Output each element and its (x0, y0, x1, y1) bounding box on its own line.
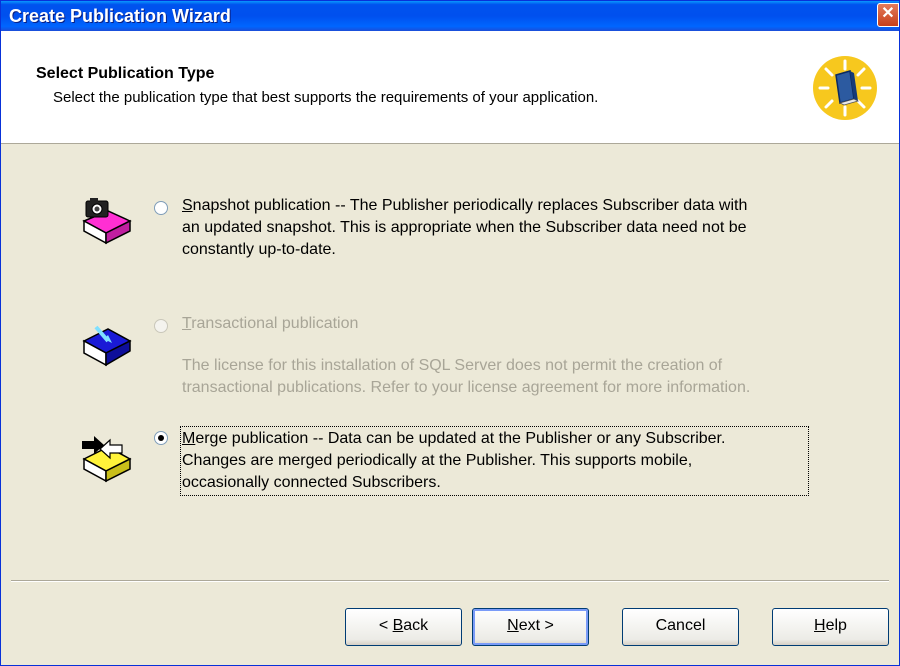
help-button[interactable]: Help (772, 608, 889, 646)
next-rest: ext > (518, 617, 554, 634)
transactional-label: ransactional publication (191, 315, 359, 332)
back-prefix: < (378, 617, 393, 634)
transactional-book-icon (82, 325, 132, 367)
back-button[interactable]: < Back (345, 608, 462, 646)
license-note-line2: transactional publications. Refer to you… (182, 379, 751, 396)
help-rest: elp (825, 617, 847, 634)
snapshot-accel: S (182, 197, 193, 214)
cancel-button[interactable]: Cancel (622, 608, 739, 646)
merge-accel: M (182, 430, 196, 447)
page-description: Select the publication type that best su… (53, 89, 599, 106)
snapshot-label-line1: napshot publication -- The Publisher per… (192, 197, 748, 214)
title-bar[interactable]: Create Publication Wizard ✕ (1, 1, 899, 31)
transactional-accel: T (182, 315, 192, 332)
page-title: Select Publication Type (36, 65, 215, 82)
wizard-header: Select Publication Type Select the publi… (1, 31, 899, 144)
merge-label-line1: erge publication -- Data can be updated … (195, 430, 726, 447)
merge-radio[interactable] (154, 431, 168, 445)
snapshot-book-icon (82, 198, 132, 245)
back-rest: ack (403, 617, 429, 634)
close-icon: ✕ (881, 5, 895, 22)
transactional-radio[interactable] (154, 319, 168, 333)
next-button[interactable]: Next > (472, 608, 589, 646)
divider (11, 580, 889, 582)
wizard-window: Create Publication Wizard ✕ Select Publi… (0, 0, 900, 666)
merge-label-line3: occasionally connected Subscribers. (182, 474, 441, 491)
snapshot-radio[interactable] (154, 201, 168, 215)
cancel-label: Cancel (655, 617, 706, 634)
snapshot-label-line2: an updated snapshot. This is appropriate… (182, 219, 747, 236)
license-note-line1: The license for this installation of SQL… (182, 357, 723, 374)
back-accel: B (392, 617, 404, 634)
transactional-option-label[interactable]: Transactional publication (182, 313, 862, 335)
close-button[interactable]: ✕ (877, 3, 899, 27)
wizard-book-icon (813, 56, 877, 120)
transactional-license-note: The license for this installation of SQL… (182, 355, 862, 399)
merge-label-line2: Changes are merged periodically at the P… (182, 452, 693, 469)
merge-book-icon (82, 436, 132, 483)
snapshot-label-line3: constantly up-to-date. (182, 241, 336, 258)
help-accel: H (814, 617, 826, 634)
next-accel: N (507, 617, 519, 634)
window-title: Create Publication Wizard (9, 6, 231, 26)
snapshot-option-label[interactable]: Snapshot publication -- The Publisher pe… (182, 195, 862, 261)
merge-option-label[interactable]: Merge publication -- Data can be updated… (180, 426, 809, 496)
